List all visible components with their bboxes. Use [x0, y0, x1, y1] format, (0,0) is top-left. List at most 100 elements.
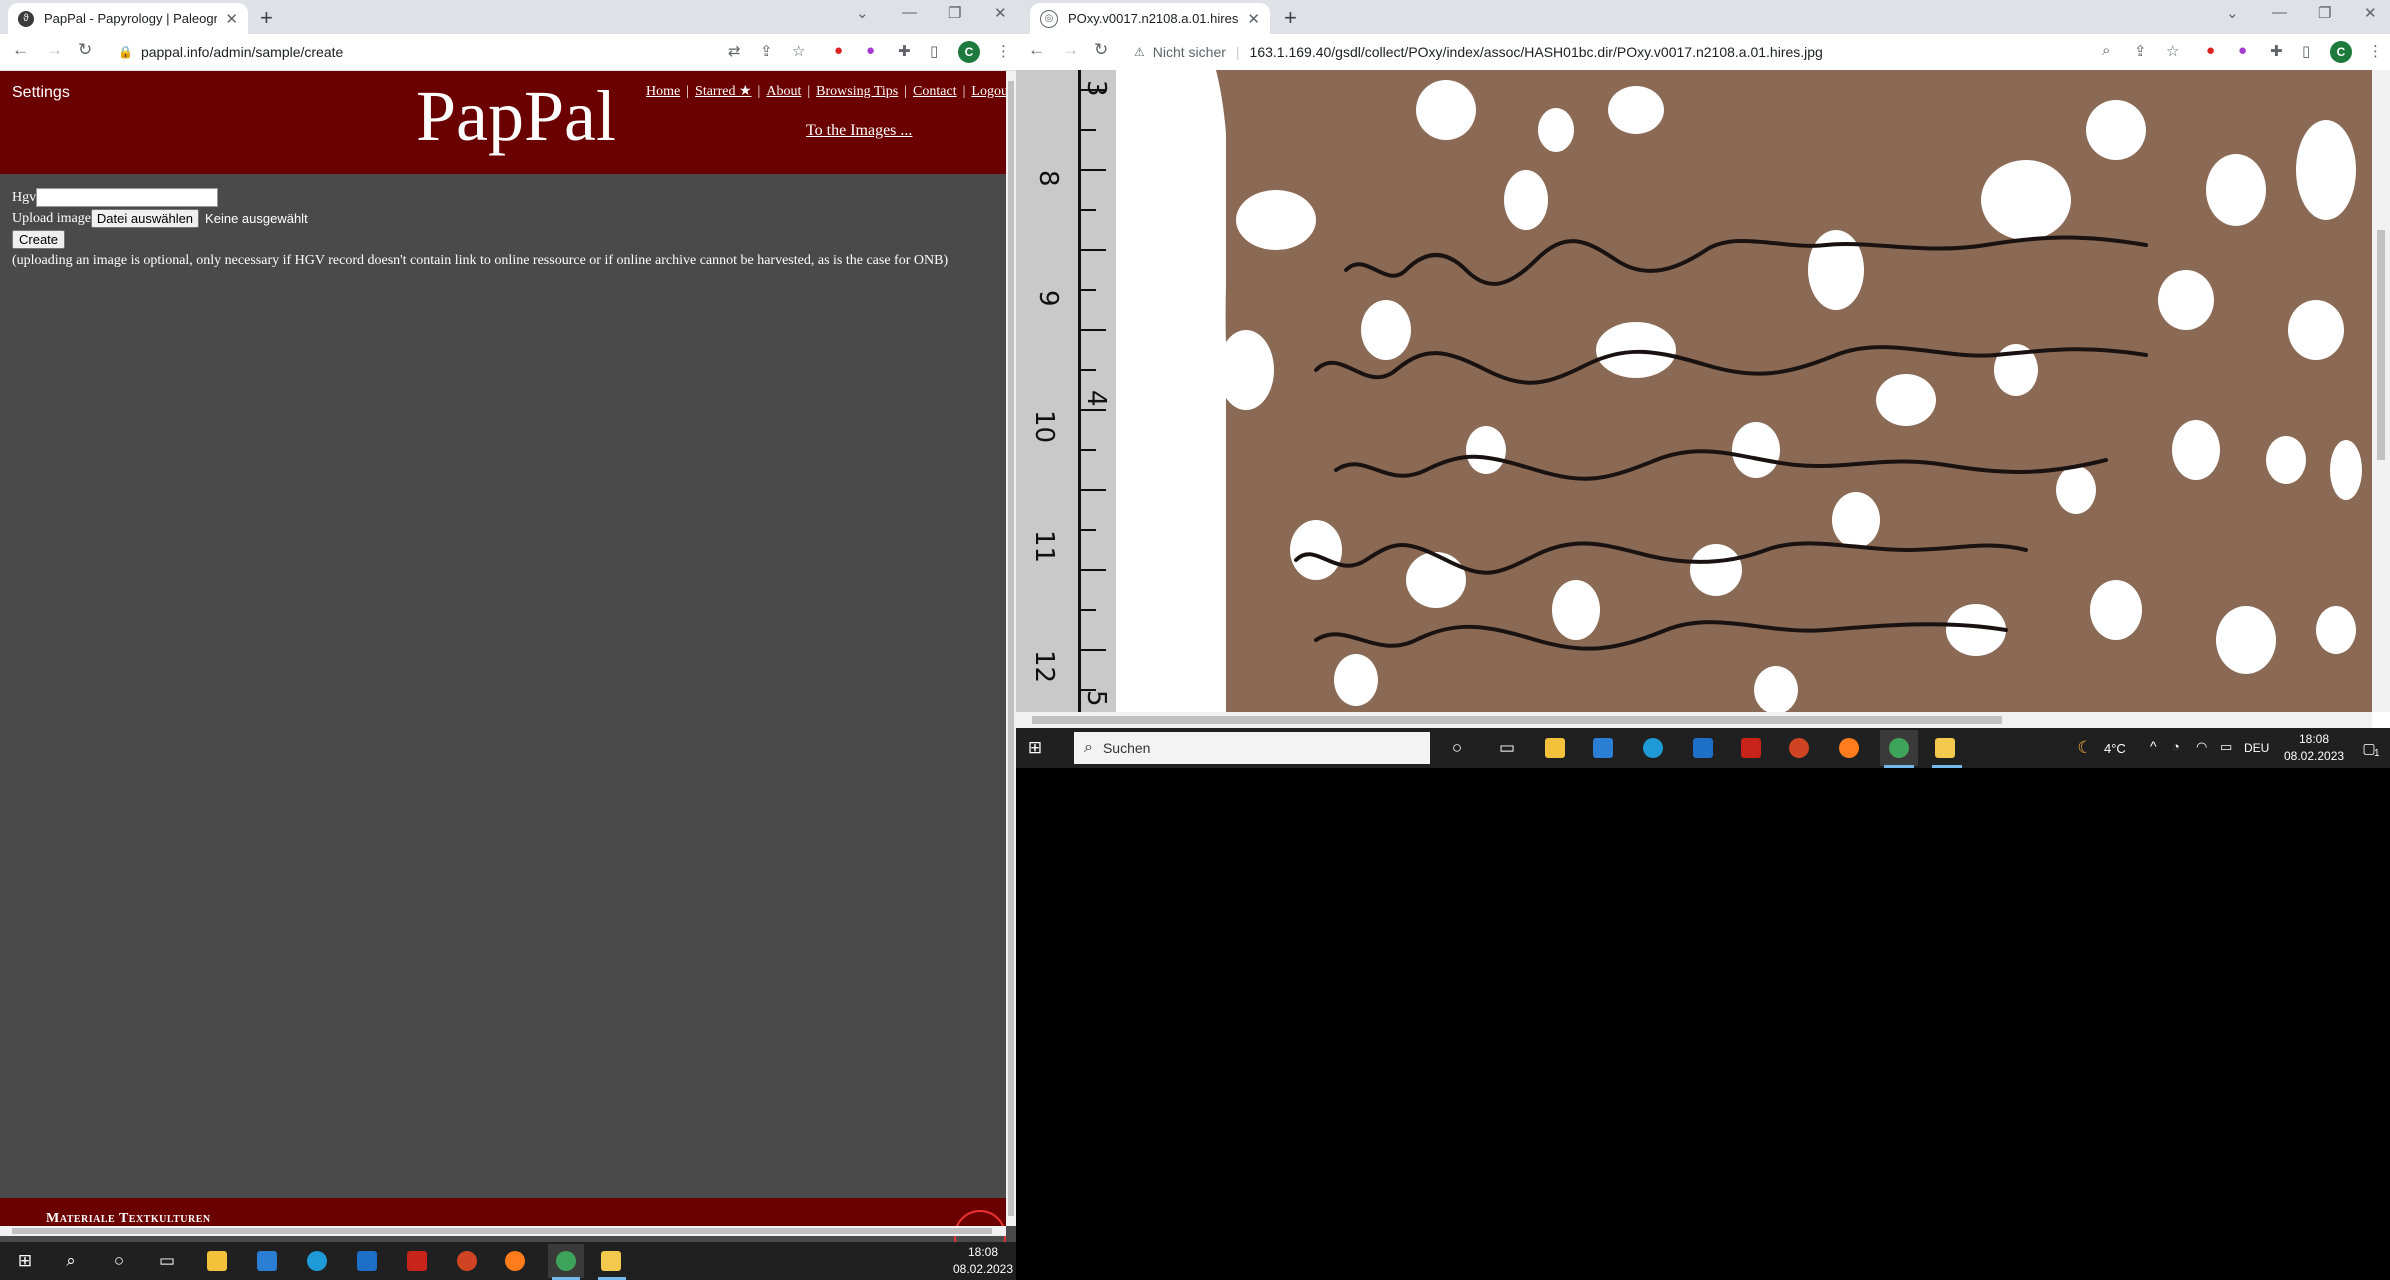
choose-file-button[interactable]: Datei auswählen: [90, 209, 200, 228]
tab-image[interactable]: ◎ POxy.v0017.n2108.a.01.hires.jpg ✕: [1030, 3, 1270, 34]
zoom-icon[interactable]: ⌕: [2102, 42, 2110, 59]
close-window-button[interactable]: ✕: [994, 4, 1007, 22]
new-tab-button[interactable]: +: [260, 5, 273, 31]
settings-link[interactable]: Settings: [12, 84, 70, 102]
store-icon[interactable]: [1588, 733, 1618, 763]
pappal-footer: Materiale Textkulturen: [0, 1198, 1006, 1262]
clock-right[interactable]: 18:08 08.02.2023: [2284, 731, 2344, 765]
clock-left[interactable]: 18:08 08.02.2023: [950, 1244, 1016, 1278]
create-button[interactable]: Create: [12, 230, 66, 249]
share-icon[interactable]: ⇪: [2134, 42, 2147, 60]
bookmark-star-icon[interactable]: ☆: [2166, 42, 2179, 60]
store-icon[interactable]: [252, 1246, 282, 1276]
restore-button[interactable]: ❐: [948, 4, 961, 22]
address-bar[interactable]: ⚠ Nicht sicher | 163.1.169.40/gsdl/colle…: [1134, 39, 2074, 65]
minimize-button[interactable]: —: [2272, 4, 2287, 21]
file-explorer-icon[interactable]: [202, 1246, 232, 1276]
tab-search-icon[interactable]: ⌄: [856, 4, 869, 22]
reload-icon[interactable]: ↻: [1094, 40, 1108, 60]
close-tab-icon[interactable]: ✕: [225, 10, 238, 28]
powerpoint-icon[interactable]: [1784, 733, 1814, 763]
edge-icon[interactable]: [1638, 733, 1668, 763]
forward-icon[interactable]: →: [1062, 40, 1079, 60]
windows-start-icon[interactable]: ⊞: [1020, 733, 1050, 763]
tab-pappal[interactable]: ϑ PapPal - Papyrology | Paleograph ✕: [8, 3, 248, 34]
hgv-input[interactable]: [36, 188, 219, 207]
forward-icon[interactable]: →: [46, 40, 63, 60]
horizontal-scroll-thumb[interactable]: [12, 1228, 992, 1234]
address-bar[interactable]: 🔒 pappal.info/admin/sample/create: [118, 39, 718, 65]
powerpoint-icon[interactable]: [452, 1246, 482, 1276]
horizontal-scrollbar[interactable]: [0, 1226, 1006, 1236]
image-horizontal-scrollbar[interactable]: [1016, 712, 2372, 728]
weather-temp[interactable]: 4°C: [2104, 741, 2126, 756]
vertical-scroll-thumb[interactable]: [1008, 81, 1014, 1216]
url-text: pappal.info/admin/sample/create: [140, 44, 344, 60]
edge-icon[interactable]: [302, 1246, 332, 1276]
task-view-icon[interactable]: ▭: [1492, 733, 1522, 763]
close-window-button[interactable]: ✕: [2364, 4, 2377, 22]
extensions-puzzle-icon[interactable]: ✚: [2270, 42, 2283, 60]
cortana-icon[interactable]: ○: [1442, 733, 1472, 763]
tab-search-icon[interactable]: ⌄: [2226, 4, 2239, 22]
windows-start-icon[interactable]: ⊞: [10, 1246, 40, 1276]
menu-icon[interactable]: ⋮: [996, 42, 1011, 60]
new-tab-button[interactable]: +: [1284, 5, 1297, 31]
acrobat-icon[interactable]: [402, 1246, 432, 1276]
reload-icon[interactable]: ↻: [78, 40, 92, 60]
back-icon[interactable]: ←: [1028, 40, 1045, 60]
to-images-link[interactable]: To the Images ...: [806, 122, 912, 140]
extension-icon[interactable]: ●: [2206, 42, 2215, 59]
pappal-logo[interactable]: PapPal: [416, 75, 616, 158]
extensions-puzzle-icon[interactable]: ✚: [898, 42, 911, 60]
vertical-scrollbar[interactable]: [1006, 71, 1016, 1226]
image-horizontal-scroll-thumb[interactable]: [1032, 716, 2002, 724]
side-panel-icon[interactable]: ▯: [2302, 42, 2310, 60]
language-indicator[interactable]: DEU: [2244, 741, 2269, 755]
back-icon[interactable]: ←: [12, 40, 29, 60]
network-icon[interactable]: ◔: [2172, 739, 2180, 754]
acrobat-icon[interactable]: [1736, 733, 1766, 763]
firefox-icon[interactable]: [500, 1246, 530, 1276]
profile-avatar[interactable]: C: [958, 41, 980, 63]
image-vertical-scrollbar[interactable]: [2372, 70, 2390, 712]
minimize-button[interactable]: —: [902, 4, 917, 21]
nav-contact[interactable]: Contact: [913, 84, 957, 99]
security-status[interactable]: Nicht sicher: [1153, 44, 1226, 60]
restore-button[interactable]: ❐: [2318, 4, 2331, 22]
share-icon[interactable]: ⇪: [760, 42, 773, 60]
taskbar-search-box[interactable]: ⌕ Suchen: [1074, 732, 1430, 764]
menu-icon[interactable]: ⋮: [2368, 42, 2383, 60]
nav-home[interactable]: Home: [646, 84, 680, 99]
bookmark-star-icon[interactable]: ☆: [792, 42, 805, 60]
side-panel-icon[interactable]: ▯: [930, 42, 938, 60]
nav-starred[interactable]: Starred ★: [695, 84, 751, 99]
pappal-header: Settings PapPal Home | Starred ★ | About | Bro…: [0, 71, 1012, 174]
profile-avatar[interactable]: C: [2330, 41, 2352, 63]
nav-about[interactable]: About: [766, 84, 801, 99]
extension-2-icon[interactable]: ●: [866, 42, 875, 59]
weather-moon-icon[interactable]: ☾: [2070, 733, 2100, 763]
image-vertical-scroll-thumb[interactable]: [2377, 230, 2385, 460]
firefox-icon[interactable]: [1834, 733, 1864, 763]
file-explorer-icon[interactable]: [1540, 733, 1570, 763]
ruler-in-label: 5: [1081, 690, 1111, 707]
tray-chevron-icon[interactable]: ^: [2150, 738, 2157, 754]
lock-icon: 🔒: [118, 45, 133, 59]
wifi-icon[interactable]: ◠: [2196, 739, 2207, 755]
chrome-icon[interactable]: [1880, 730, 1918, 766]
cortana-icon[interactable]: ○: [104, 1246, 134, 1276]
mail-icon[interactable]: [352, 1246, 382, 1276]
close-tab-icon[interactable]: ✕: [1247, 10, 1260, 28]
extension-icon[interactable]: ●: [834, 42, 843, 59]
nav-browsing-tips[interactable]: Browsing Tips: [816, 84, 898, 99]
sticky-app-icon[interactable]: [1930, 733, 1960, 763]
battery-icon[interactable]: ▭: [2220, 739, 2232, 755]
chrome-icon[interactable]: [548, 1244, 584, 1278]
search-icon[interactable]: ⌕: [56, 1246, 86, 1276]
task-view-icon[interactable]: ▭: [152, 1246, 182, 1276]
extension-2-icon[interactable]: ●: [2238, 42, 2247, 59]
mail-icon[interactable]: [1688, 733, 1718, 763]
sticky-app-icon[interactable]: [596, 1246, 626, 1276]
translate-icon[interactable]: ⇄: [728, 42, 741, 60]
